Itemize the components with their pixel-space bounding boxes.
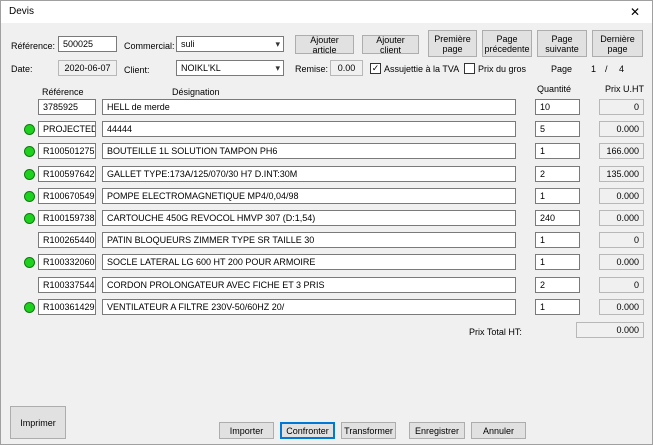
previous-page-button[interactable]: Page précedente [482,30,532,57]
next-page-button[interactable]: Page suivante [537,30,587,57]
row-designation-input[interactable]: VENTILATEUR A FILTRE 230V-50/60HZ 20/ [102,298,516,315]
status-ok-icon [24,301,35,313]
reference-input[interactable]: 500025 [58,36,117,52]
reference-label: Référence: [11,41,56,51]
row-price-field: 166.000 [599,143,644,160]
add-article-button[interactable]: Ajouter article [295,35,354,55]
row-price-field: 0.000 [599,254,644,271]
row-price-field: 135.000 [599,165,644,182]
cancel-button[interactable]: Annuler [471,422,526,439]
last-page-button[interactable]: Dernière page [592,30,643,57]
status-ok-icon [24,190,35,202]
row-quantity-input[interactable]: 2 [535,165,580,182]
commercial-value: suli [181,39,195,49]
row-quantity-input[interactable]: 1 [535,254,580,271]
prix-gros-checkbox[interactable] [464,63,475,74]
transform-button[interactable]: Transformer [341,422,396,439]
column-header-quantite: Quantité [537,84,572,94]
add-client-button[interactable]: Ajouter client [362,35,419,55]
row-quantity-input[interactable]: 5 [535,121,580,138]
column-header-designation: Désignation [172,87,220,97]
title-bar: Devis ✕ [1,1,652,23]
row-designation-input[interactable]: HELL de merde [102,99,516,115]
row-designation-input[interactable]: GALLET TYPE:173A/125/070/30 H7 D.INT:30M [102,165,516,182]
save-button[interactable]: Enregistrer [409,422,465,439]
first-page-button[interactable]: Première page [428,30,477,57]
client-select[interactable]: NOIKL'KL ▾ [176,60,284,76]
row-quantity-input[interactable]: 2 [535,276,580,293]
row-price-field: 0.000 [599,298,644,315]
row-quantity-input[interactable]: 1 [535,232,580,249]
confront-button[interactable]: Confronter [280,422,335,439]
page-current: 1 [591,64,597,74]
column-header-prix: Prix U.HT [605,84,644,94]
row-quantity-input[interactable]: 10 [535,99,580,115]
row-reference-input[interactable]: R100670549 [38,187,96,204]
row-quantity-input[interactable]: 1 [535,143,580,160]
client-value: NOIKL'KL [181,63,221,73]
row-price-field: 0.000 [599,187,644,204]
column-header-reference: Référence [42,87,84,97]
row-reference-input[interactable]: PROJECTED [38,121,96,138]
page-separator: / [605,64,608,74]
chevron-down-icon: ▾ [275,63,280,73]
prix-gros-label: Prix du gros [478,64,527,74]
remise-label: Remise: [295,64,329,74]
commercial-select[interactable]: suli ▾ [176,36,284,52]
page-total: 4 [619,64,625,74]
row-designation-input[interactable]: CORDON PROLONGATEUR AVEC FICHE ET 3 PRIS [102,276,516,293]
row-reference-input[interactable]: 3785925 [38,99,96,115]
total-label: Prix Total HT: [469,327,522,337]
row-price-field: 0 [599,99,644,115]
commercial-label: Commercial: [124,41,175,51]
window-title: Devis [9,6,35,17]
row-reference-input[interactable]: R100501275 [38,143,96,160]
row-price-field: 0.000 [599,210,644,226]
import-button[interactable]: Importer [219,422,274,439]
status-ok-icon [24,257,35,269]
tva-checkbox[interactable]: ✓ [370,63,381,74]
status-ok-icon [24,213,35,224]
row-price-field: 0.000 [599,121,644,138]
client-label: Client: [124,65,150,75]
checkmark-icon: ✓ [371,63,380,73]
row-reference-input[interactable]: R100265440 [38,232,96,249]
total-value: 0.000 [576,322,644,338]
status-ok-icon [24,168,35,180]
status-ok-icon [24,124,35,136]
row-reference-input[interactable]: R100332060 [38,254,96,271]
row-quantity-input[interactable]: 1 [535,298,580,315]
row-designation-input[interactable]: BOUTEILLE 1L SOLUTION TAMPON PH6 [102,143,516,160]
tva-label: Assujettie à la TVA [384,64,460,74]
row-designation-input[interactable]: 44444 [102,121,516,138]
row-quantity-input[interactable]: 240 [535,210,580,226]
row-designation-input[interactable]: SOCLE LATERAL LG 600 HT 200 POUR ARMOIRE [102,254,516,271]
status-ok-icon [24,146,35,158]
row-reference-input[interactable]: R100159738 [38,210,96,226]
row-price-field: 0 [599,276,644,293]
print-button[interactable]: Imprimer [10,406,66,439]
row-designation-input[interactable]: PATIN BLOQUEURS ZIMMER TYPE SR TAILLE 30 [102,232,516,249]
remise-field: 0.00 [330,60,363,76]
row-reference-input[interactable]: R100337544 [38,276,96,293]
row-price-field: 0 [599,232,644,249]
row-quantity-input[interactable]: 1 [535,187,580,204]
row-reference-input[interactable]: R100597642 [38,165,96,182]
chevron-down-icon: ▾ [275,39,280,49]
close-icon[interactable]: ✕ [618,1,652,23]
devis-window: Devis ✕ Référence: 500025 Commercial: su… [0,0,653,445]
row-designation-input[interactable]: POMPE ELECTROMAGNETIQUE MP4/0,04/98 [102,187,516,204]
row-designation-input[interactable]: CARTOUCHE 450G REVOCOL HMVP 307 (D:1,54) [102,210,516,226]
row-reference-input[interactable]: R100361429 [38,298,96,315]
page-label: Page [551,64,573,74]
date-field: 2020-06-07 [58,60,117,76]
date-label: Date: [11,64,33,74]
